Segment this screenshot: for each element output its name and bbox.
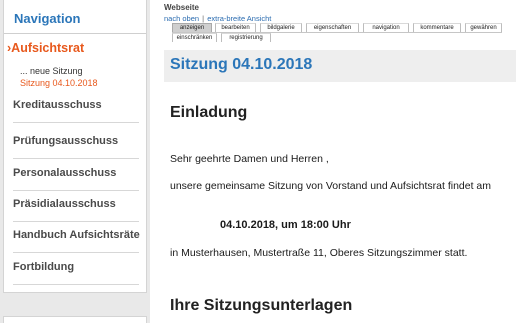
meeting-location-text: in Musterhausen, Mustertraße 11, Oberes … [170,247,468,259]
documents-heading: Ihre Sitzungsunterlagen [170,297,353,314]
back-to-top-link[interactable]: nach oben [164,14,199,23]
tab-einschraenken[interactable]: einschränken [172,33,217,42]
tab-anzeigen[interactable]: anzeigen [172,23,212,32]
link-separator: | [202,14,205,23]
tab-eigenschaften[interactable]: eigenschaften [306,23,359,32]
sidebar: Navigation ›Aufsichtsrat ... neue Sitzun… [0,0,150,323]
tab-bearbeiten[interactable]: bearbeiten [215,23,256,32]
tab-gewaehren[interactable]: gewähren [465,23,502,32]
sidebar-item-personalausschuss[interactable]: Personalausschuss [13,167,143,179]
invitation-heading: Einladung [170,104,248,121]
page-links: nach oben | extra-breite Ansicht [164,14,271,23]
sidebar-item-fortbildung[interactable]: Fortbildung [13,261,143,273]
navigation-panel: Navigation ›Aufsichtsrat ... neue Sitzun… [3,0,147,293]
action-tabs: anzeigen bearbeiten bildgalerie eigensch… [172,23,502,45]
main-content: Webseite nach oben | extra-breite Ansich… [164,0,516,323]
invitation-body-text: unsere gemeinsame Sitzung von Vorstand u… [170,180,492,192]
sidebar-subitem-current-meeting[interactable]: Sitzung 04.10.2018 [20,78,98,88]
sidebar-item-label: Aufsichtsrat [11,41,85,55]
sidebar-item-aufsichtsrat[interactable]: ›Aufsichtsrat [7,41,84,55]
sidebar-item-praesidialausschuss[interactable]: Präsidialausschuss [13,198,143,210]
page-title-band: Sitzung 04.10.2018 [164,50,516,82]
salutation-text: Sehr geehrte Damen und Herren , [170,153,329,165]
section-label: Webseite [164,3,199,12]
sidebar-divider [13,158,139,159]
tab-kommentare[interactable]: kommentare [413,23,461,32]
page: Navigation ›Aufsichtsrat ... neue Sitzun… [0,0,516,323]
sidebar-divider [13,122,139,123]
sidebar-divider [13,252,139,253]
tab-registrierung[interactable]: registrierung [221,33,271,42]
secondary-panel [3,316,147,323]
navigation-header-divider [4,33,146,34]
sidebar-divider [13,284,139,285]
wide-view-link[interactable]: extra-breite Ansicht [207,14,271,23]
sidebar-subitem-new-meeting[interactable]: ... neue Sitzung [20,66,83,76]
sidebar-divider [13,221,139,222]
sidebar-item-handbuch[interactable]: Handbuch Aufsichtsräte [13,229,143,241]
page-title: Sitzung 04.10.2018 [170,56,313,73]
meeting-date-time: 04.10.2018, um 18:00 Uhr [220,219,351,231]
sidebar-item-pruefungsausschuss[interactable]: Prüfungsausschuss [13,135,143,147]
navigation-header: Navigation [14,11,81,26]
tab-navigation[interactable]: navigation [363,23,409,32]
sidebar-item-kreditausschuss[interactable]: Kreditausschuss [13,99,143,111]
sidebar-divider [13,190,139,191]
tab-bildgalerie[interactable]: bildgalerie [260,23,302,32]
